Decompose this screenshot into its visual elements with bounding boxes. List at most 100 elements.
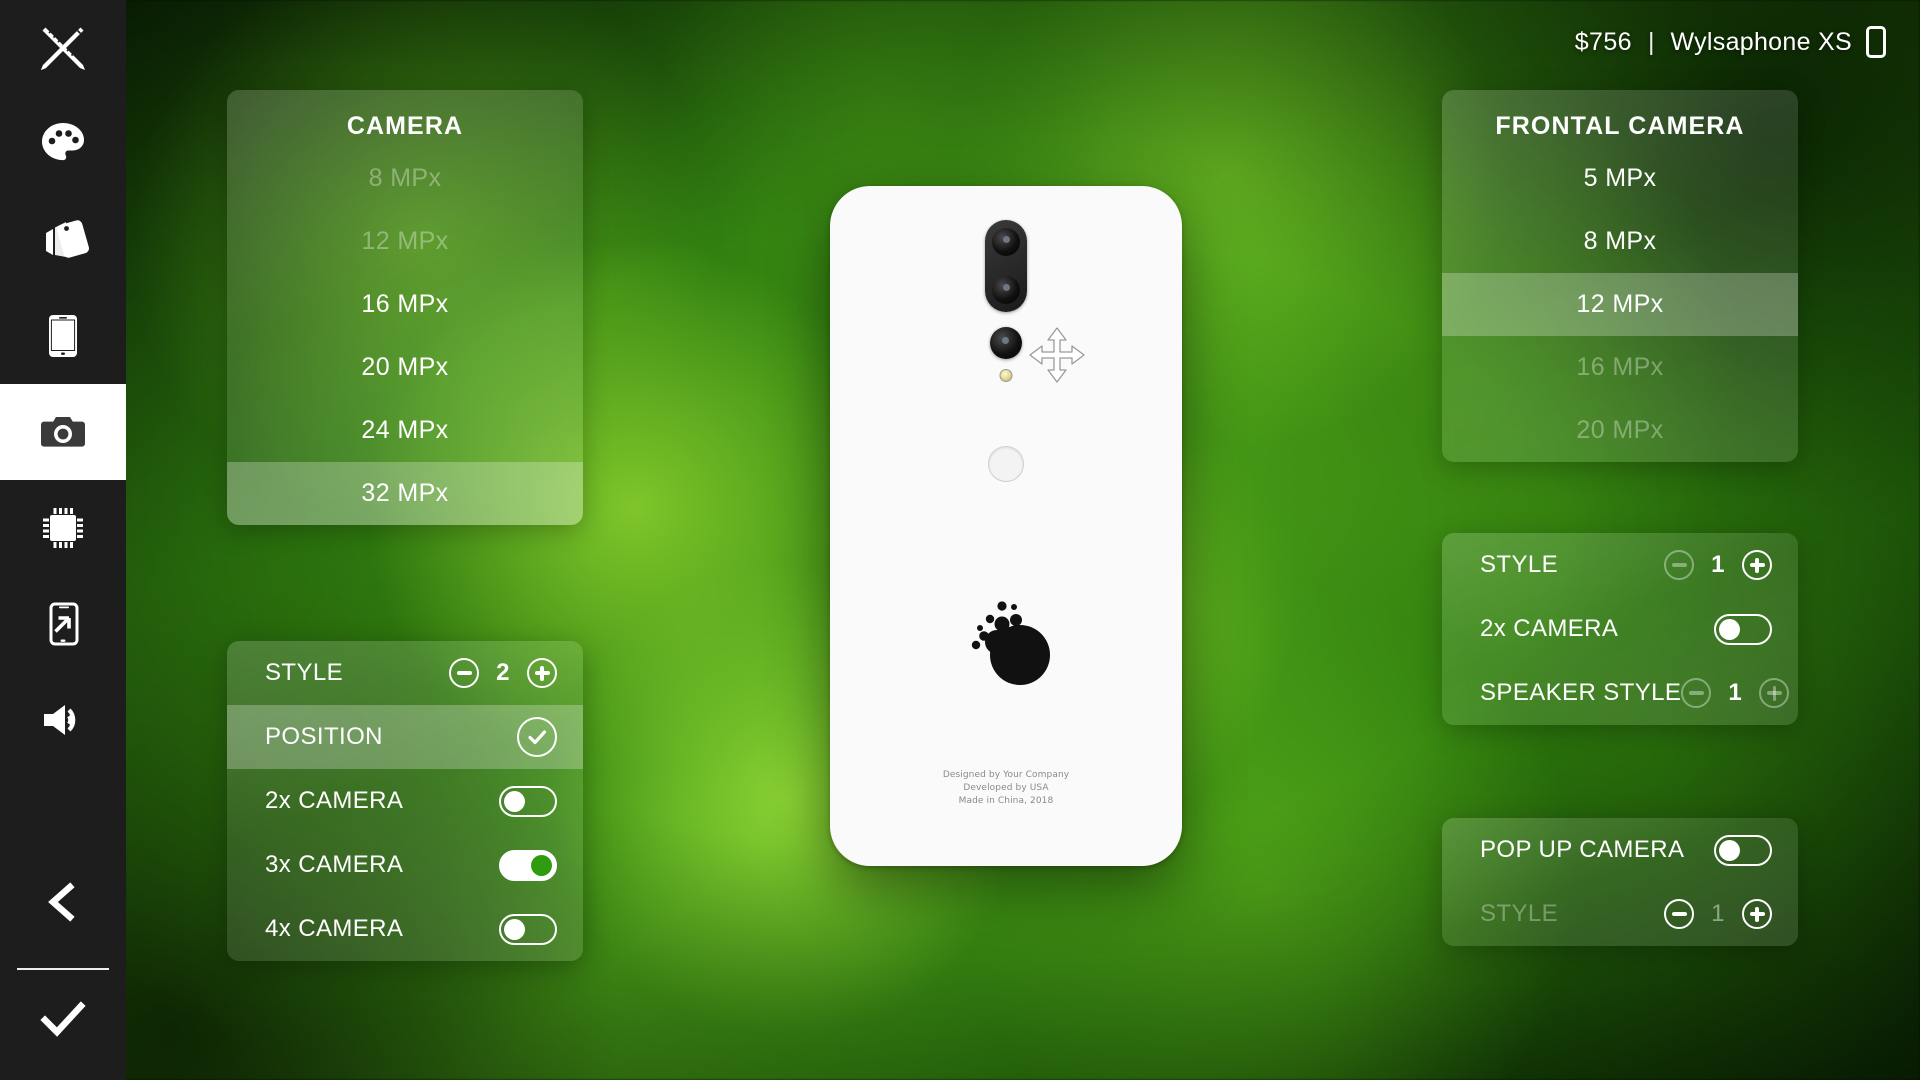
- popup-camera-list: POP UP CAMERA STYLE 1: [1442, 818, 1798, 946]
- camera-lens-bottom: [992, 276, 1020, 304]
- camera-panel: CAMERA 8 MPx 12 MPx 16 MPx 20 MPx 24 MPx 32 M…: [227, 90, 583, 525]
- header-separator: |: [1647, 27, 1655, 56]
- toggle-switch[interactable]: [499, 785, 557, 817]
- toggle-switch[interactable]: [1714, 834, 1772, 866]
- decrement-button[interactable]: [1681, 678, 1712, 708]
- stepper-value: 2: [496, 659, 510, 686]
- setting-label: 2x CAMERA: [1480, 615, 1619, 642]
- sidebar-item-material[interactable]: [0, 192, 126, 288]
- sidebar-back-button[interactable]: [0, 854, 126, 950]
- setting-4x-camera[interactable]: 4x CAMERA: [227, 897, 583, 961]
- option-16-mpx[interactable]: 16 MPx: [1442, 336, 1798, 399]
- setting-label: SPEAKER STYLE: [1480, 679, 1682, 706]
- setting-label: 2x CAMERA: [265, 787, 404, 814]
- setting-2x-camera[interactable]: 2x CAMERA: [227, 769, 583, 833]
- camera-options-list: STYLE 2 POSITION 2x CAMERA 3x CAMERA 4x CAMER…: [227, 641, 583, 961]
- stepper-control: 2: [449, 658, 557, 688]
- chevron-left-icon: [36, 875, 90, 929]
- camera-option-list: 8 MPx 12 MPx 16 MPx 20 MPx 24 MPx 32 MPx: [227, 147, 583, 525]
- stepper-value: 1: [1711, 900, 1725, 927]
- price-label: $756: [1574, 27, 1632, 56]
- bubble-blob-logo: [948, 586, 1066, 691]
- option-24-mpx[interactable]: 24 MPx: [227, 399, 583, 462]
- camera-panel-title: CAMERA: [346, 112, 464, 140]
- sidebar-item-ports[interactable]: [0, 576, 126, 672]
- option-label: 24 MPx: [361, 416, 449, 444]
- setting-style[interactable]: STYLE 2: [227, 641, 583, 705]
- phone-export-icon: [36, 597, 90, 651]
- stepper-control: 1: [1664, 550, 1772, 580]
- stepper-value: 1: [1728, 679, 1743, 706]
- led-flash-icon: [999, 369, 1013, 382]
- increment-button[interactable]: [1742, 550, 1772, 580]
- option-20-mpx[interactable]: 20 MPx: [1442, 399, 1798, 462]
- dual-camera-module[interactable]: [985, 220, 1027, 312]
- increment-button[interactable]: [1742, 899, 1772, 929]
- increment-button[interactable]: [1759, 678, 1790, 708]
- frontal-camera-panel: FRONTAL CAMERA 5 MPx 8 MPx 12 MPx 16 MPx 20 …: [1442, 90, 1798, 462]
- setting-label: 3x CAMERA: [265, 851, 404, 878]
- toggle-switch[interactable]: [499, 849, 557, 881]
- sidebar-item-color[interactable]: [0, 96, 126, 192]
- setting-pop-up-camera[interactable]: POP UP CAMERA: [1442, 818, 1798, 882]
- frontal-camera-option-list: 5 MPx 8 MPx 12 MPx 16 MPx 20 MPx: [1442, 147, 1798, 462]
- phone-screen-icon: [36, 309, 90, 363]
- credits-line-1: Designed by Your Company: [942, 770, 1070, 780]
- option-8-mpx[interactable]: 8 MPx: [1442, 210, 1798, 273]
- phone-preview[interactable]: Designed by Your Company Developed by US…: [830, 186, 1182, 866]
- setting-speaker-style[interactable]: SPEAKER STYLE 1: [1442, 661, 1798, 725]
- move-arrows-icon[interactable]: [1026, 324, 1088, 391]
- setting-style[interactable]: STYLE 1: [1442, 533, 1798, 597]
- increment-button[interactable]: [527, 658, 557, 688]
- option-12-mpx[interactable]: 12 MPx: [1442, 273, 1798, 336]
- option-12-mpx[interactable]: 12 MPx: [227, 210, 583, 273]
- setting-label: POP UP CAMERA: [1480, 836, 1685, 863]
- setting-label: STYLE: [265, 659, 344, 686]
- setting-2x-camera[interactable]: 2x CAMERA: [1442, 597, 1798, 661]
- option-32-mpx[interactable]: 32 MPx: [227, 462, 583, 525]
- toggle-switch[interactable]: [499, 913, 557, 945]
- sidebar-item-chipset[interactable]: [0, 480, 126, 576]
- decrement-button[interactable]: [1664, 899, 1694, 929]
- option-16-mpx[interactable]: 16 MPx: [227, 273, 583, 336]
- phone-cases-icon: [36, 213, 90, 267]
- toggle-switch[interactable]: [1714, 613, 1772, 645]
- setting-label: 4x CAMERA: [265, 915, 404, 942]
- stepper-control: 1: [1664, 899, 1772, 929]
- frontal-options-panel: STYLE 1 2x CAMERA SPEAKER STYLE 1: [1442, 533, 1798, 725]
- credits-line-2: Developed by USA: [963, 783, 1049, 793]
- sidebar-confirm-button[interactable]: [0, 984, 126, 1080]
- option-label: 12 MPx: [1576, 290, 1664, 318]
- header: $756 | Wylsaphone XS: [1575, 26, 1886, 58]
- option-20-mpx[interactable]: 20 MPx: [227, 336, 583, 399]
- option-5-mpx[interactable]: 5 MPx: [1442, 147, 1798, 210]
- phone-icon: [1866, 26, 1886, 58]
- decrement-button[interactable]: [449, 658, 479, 688]
- sidebar-item-display[interactable]: [0, 288, 126, 384]
- model-name-label: Wylsaphone XS: [1670, 27, 1852, 56]
- frontal-options-list: STYLE 1 2x CAMERA SPEAKER STYLE 1: [1442, 533, 1798, 725]
- setting-3x-camera[interactable]: 3x CAMERA: [227, 833, 583, 897]
- configurator-app: $756 | Wylsaphone XS Designed by Your Co…: [0, 0, 1920, 1080]
- option-label: 16 MPx: [361, 290, 449, 318]
- option-label: 16 MPx: [1576, 353, 1664, 381]
- sidebar-item-design[interactable]: [0, 0, 126, 96]
- palette-icon: [36, 117, 90, 171]
- credits-line-3: Made in China, 2018: [958, 796, 1054, 806]
- option-8-mpx[interactable]: 8 MPx: [227, 147, 583, 210]
- position-check-button[interactable]: [517, 717, 557, 757]
- decrement-button[interactable]: [1664, 550, 1694, 580]
- camera-lens-third[interactable]: [990, 327, 1022, 359]
- sidebar-item-camera[interactable]: [0, 384, 126, 480]
- sidebar-item-sound[interactable]: [0, 672, 126, 768]
- setting-position[interactable]: POSITION: [227, 705, 583, 769]
- ruler-pencil-icon: [36, 21, 90, 75]
- option-label: 20 MPx: [1576, 416, 1664, 444]
- camera-lens-top: [992, 228, 1020, 256]
- fingerprint-sensor[interactable]: [988, 446, 1024, 482]
- option-label: 32 MPx: [361, 479, 449, 507]
- setting-style[interactable]: STYLE 1: [1442, 882, 1798, 946]
- speaker-icon: [36, 693, 90, 747]
- popup-camera-panel: POP UP CAMERA STYLE 1: [1442, 818, 1798, 946]
- option-label: 5 MPx: [1583, 164, 1657, 192]
